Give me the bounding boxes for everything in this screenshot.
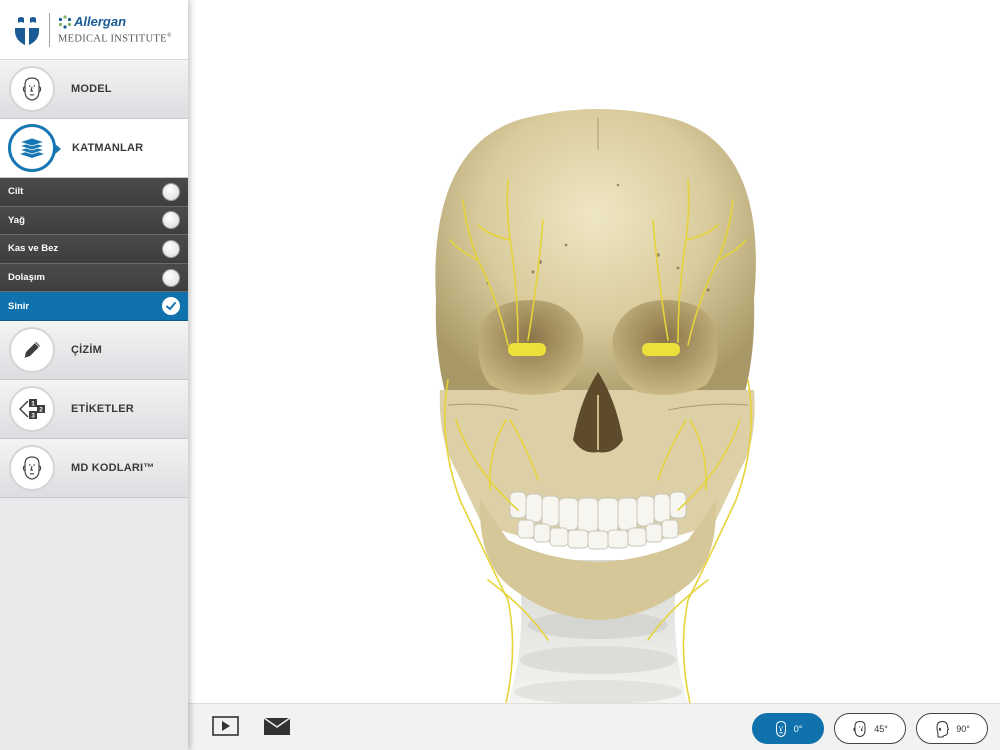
sidebar: Allergan MEDICAL INSTITUTE® MODEL KATMAN…	[0, 0, 188, 750]
nav-katmanlar[interactable]: KATMANLAR	[0, 119, 188, 178]
shield-logo-icon	[15, 14, 39, 46]
layer-label: Sinir	[8, 300, 30, 312]
allergan-dots-icon	[58, 14, 72, 29]
layer-kas-ve-bez[interactable]: Kas ve Bez	[0, 235, 188, 264]
bottom-toolbar: 0° 45° 90°	[188, 703, 1000, 750]
logo-divider	[49, 12, 50, 47]
layer-list: Cilt Yağ Kas ve Bez Dolaşım Sinir	[0, 178, 188, 321]
checkmark-icon	[166, 302, 176, 311]
layer-label: Dolaşım	[8, 272, 45, 284]
layer-toggle[interactable]	[162, 239, 180, 258]
skull-nerve-model[interactable]	[188, 0, 1000, 703]
labels-icon: 1 2 3	[19, 398, 45, 419]
head-side-icon	[936, 720, 950, 737]
head-front-icon	[775, 720, 786, 737]
view-0-button[interactable]: 0°	[752, 713, 824, 744]
nav-model-label: MODEL	[71, 83, 112, 95]
layer-cilt[interactable]: Cilt	[0, 178, 188, 207]
nav-cizim-label: ÇİZİM	[71, 343, 102, 356]
brand-subtitle: MEDICAL INSTITUTE®	[58, 32, 172, 44]
layer-sinir[interactable]: Sinir	[0, 292, 188, 321]
svg-text:3: 3	[31, 412, 35, 419]
layer-yag[interactable]: Yağ	[0, 206, 188, 236]
view-90-label: 90°	[956, 723, 970, 734]
app-window: Allergan MEDICAL INSTITUTE® MODEL KATMAN…	[0, 0, 1000, 750]
svg-text:1: 1	[31, 400, 35, 407]
view-0-label: 0°	[793, 723, 803, 734]
layer-label: Kas ve Bez	[8, 243, 59, 255]
layer-toggle[interactable]	[162, 268, 180, 287]
layers-icon	[19, 137, 45, 158]
layer-dolasim[interactable]: Dolaşım	[0, 263, 188, 293]
head-45-icon	[853, 720, 866, 737]
svg-text:2: 2	[39, 406, 43, 413]
layer-toggle[interactable]	[162, 211, 180, 230]
layer-toggle[interactable]	[162, 182, 180, 201]
view-90-button[interactable]: 90°	[916, 713, 988, 744]
nav-model-icon-circle	[9, 66, 55, 112]
head-icon	[22, 77, 42, 101]
play-icon[interactable]	[212, 716, 239, 736]
nav-md-kodlari-icon-circle	[9, 444, 55, 491]
nav-etiketler[interactable]: 1 2 3 ETİKETLER	[0, 379, 188, 439]
head-icon	[22, 456, 42, 480]
brand-wordmark: Allergan MEDICAL INSTITUTE®	[58, 14, 172, 45]
pencil-icon	[24, 341, 40, 358]
nav-cizim[interactable]: ÇİZİM	[0, 320, 188, 380]
nav-cizim-icon-circle	[9, 326, 55, 373]
nav-etiketler-label: ETİKETLER	[71, 402, 134, 415]
logo: Allergan MEDICAL INSTITUTE®	[0, 0, 188, 60]
layer-toggle-checked[interactable]	[162, 297, 180, 316]
nav-md-kodlari-label: MD KODLARI™	[71, 461, 155, 474]
nav-katmanlar-label: KATMANLAR	[72, 142, 144, 154]
layer-label: Cilt	[8, 186, 24, 198]
nav-etiketler-icon-circle: 1 2 3	[9, 385, 55, 432]
nav-katmanlar-icon-circle	[8, 124, 56, 172]
model-viewport[interactable]	[188, 0, 1000, 703]
nav-md-kodlari[interactable]: MD KODLARI™	[0, 438, 188, 498]
nav-model[interactable]: MODEL	[0, 60, 188, 119]
email-icon[interactable]	[264, 716, 290, 736]
layer-label: Yağ	[8, 214, 25, 226]
brand-name: Allergan	[58, 14, 172, 29]
view-45-label: 45°	[874, 723, 888, 734]
view-45-button[interactable]: 45°	[834, 713, 906, 744]
